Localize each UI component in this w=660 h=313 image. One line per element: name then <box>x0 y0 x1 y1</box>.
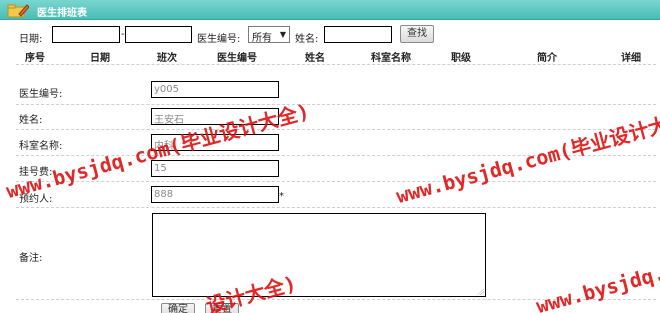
name-field-label: 姓名: <box>19 115 43 126</box>
filter-bar: 日期: - 医生编号: 所有 ▼ 姓名: 查找 <box>0 24 660 46</box>
name-input[interactable] <box>324 26 392 43</box>
name-label: 姓名: <box>295 34 319 45</box>
table-header: 序号 日期 班次 医生编号 姓名 科室名称 职级 简介 详细 <box>0 47 660 65</box>
doctor-id-field-label: 医生编号: <box>19 89 63 100</box>
column-header: 详细 <box>621 53 641 64</box>
divider <box>16 104 656 105</box>
resize-grip-icon[interactable] <box>477 288 484 295</box>
required-mark: * <box>279 191 284 202</box>
chevron-down-icon: ▼ <box>279 30 286 39</box>
doctor-id-field[interactable]: y005 <box>151 81 279 98</box>
fee-field[interactable]: 15 <box>151 160 279 177</box>
column-header: 序号 <box>25 53 45 64</box>
column-header: 医生编号 <box>217 53 257 64</box>
date-to-input[interactable] <box>125 26 192 43</box>
folder-pencil-icon <box>7 4 29 18</box>
doctor-id-select[interactable]: 所有 ▼ <box>248 26 290 44</box>
title-bar: 医生排班表 <box>0 0 660 20</box>
divider <box>16 64 656 65</box>
watermark: www.bysjdq.com(毕业设计大全) <box>533 213 660 313</box>
name-field[interactable]: 王安石 <box>151 108 279 125</box>
divider <box>16 207 656 208</box>
divider <box>16 129 656 130</box>
page-title: 医生排班表 <box>37 8 87 19</box>
reset-button[interactable]: 重置 <box>205 303 239 313</box>
column-header: 职级 <box>451 53 471 64</box>
column-header: 姓名 <box>305 53 325 64</box>
remark-textarea[interactable] <box>152 213 486 297</box>
booker-field[interactable]: 888 <box>151 186 279 203</box>
booker-field-label: 预约人: <box>19 194 53 205</box>
department-field[interactable]: 内科 <box>151 134 279 151</box>
submit-button[interactable]: 确定 <box>161 303 195 313</box>
remark-field-label: 备注: <box>19 253 43 264</box>
divider <box>16 299 656 300</box>
search-button[interactable]: 查找 <box>400 25 434 43</box>
column-header: 日期 <box>90 53 110 64</box>
department-field-label: 科室名称: <box>19 141 63 152</box>
column-header: 科室名称 <box>371 53 411 64</box>
fee-field-label: 挂号费: <box>19 167 53 178</box>
doctor-id-select-value: 所有 <box>252 33 272 44</box>
column-header: 简介 <box>537 53 557 64</box>
doctor-id-label: 医生编号: <box>197 34 241 45</box>
divider <box>16 155 656 156</box>
column-header: 班次 <box>157 53 177 64</box>
date-from-input[interactable] <box>52 26 120 43</box>
date-label: 日期: <box>19 34 43 45</box>
divider <box>16 181 656 182</box>
